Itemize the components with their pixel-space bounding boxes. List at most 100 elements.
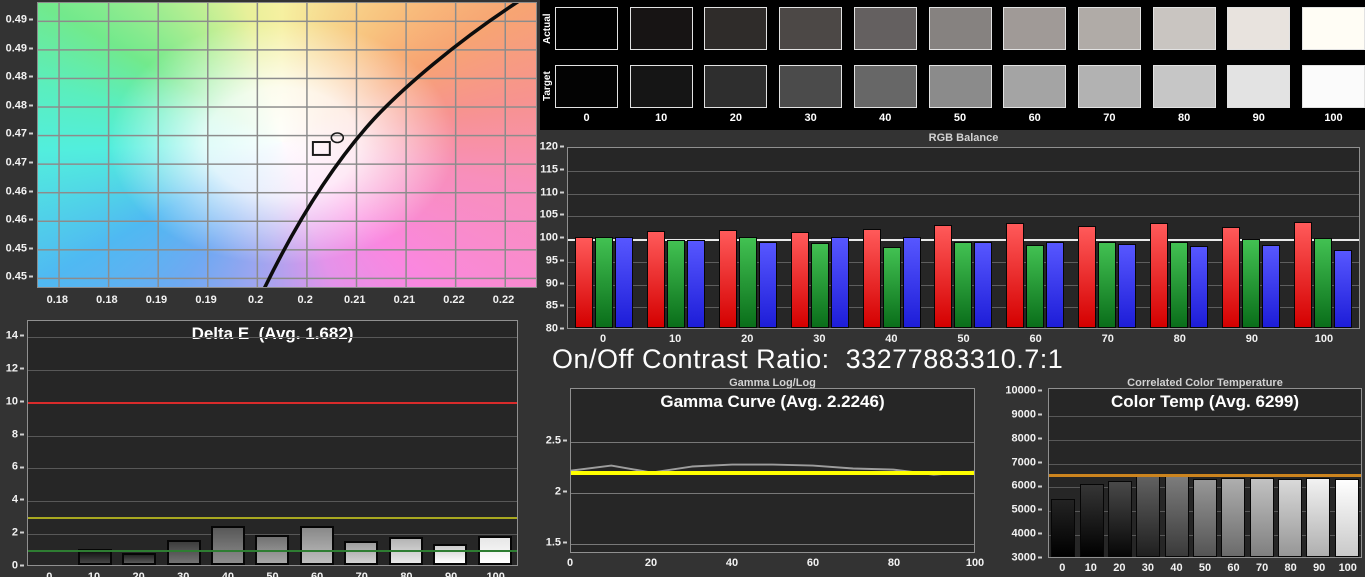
cct-bar bbox=[1278, 479, 1302, 557]
actual-swatch bbox=[779, 7, 842, 50]
axis-tick-label: 80 bbox=[546, 324, 564, 335]
axis-tick-label: 60 bbox=[1219, 560, 1248, 574]
grayscale-column: 10 bbox=[630, 0, 693, 130]
rgb-balance-y-axis: 12011511010510095908580 bbox=[540, 147, 564, 329]
axis-tick-label: 10000 bbox=[1005, 386, 1042, 397]
gridline bbox=[571, 493, 974, 494]
actual-swatch bbox=[929, 7, 992, 50]
cie-measured-marker bbox=[331, 133, 343, 143]
delta-e-slot bbox=[117, 321, 161, 565]
cct-bar bbox=[1108, 481, 1132, 557]
axis-tick-label: 0 bbox=[567, 331, 639, 345]
axis-tick-label: 4000 bbox=[1012, 529, 1042, 540]
delta-e-chart: Delta E (Avg. 1.682) 14121086420 0102030… bbox=[0, 318, 530, 577]
axis-tick-label: 20 bbox=[1105, 560, 1134, 574]
rgb-bar-group bbox=[640, 148, 712, 328]
axis-tick-label: 0.21 bbox=[394, 295, 415, 306]
axis-tick-label: 0.2 bbox=[248, 295, 263, 306]
grayscale-column: 20 bbox=[704, 0, 767, 130]
delta-e-slot bbox=[384, 321, 428, 565]
delta-e-bars bbox=[28, 321, 517, 565]
axis-tick-label: 90 bbox=[429, 569, 474, 577]
actual-swatch bbox=[630, 7, 693, 50]
rgb-bar-green bbox=[667, 240, 685, 328]
cct-bar bbox=[1221, 478, 1245, 557]
axis-tick-label: 0 bbox=[27, 569, 72, 577]
grayscale-level-label: 60 bbox=[1003, 112, 1066, 124]
rgb-bar-green bbox=[1098, 242, 1116, 328]
delta-e-slot bbox=[28, 321, 72, 565]
cct-bar bbox=[1250, 478, 1274, 557]
target-swatch bbox=[704, 65, 767, 108]
calibration-report: 0.490.490.480.480.470.470.460.460.450.45… bbox=[0, 0, 1365, 577]
gamma-x-axis: 020406080100 bbox=[570, 556, 975, 570]
gamma-plot: Gamma Curve (Avg. 2.2246) bbox=[570, 388, 975, 553]
rgb-bar-red bbox=[1294, 222, 1312, 328]
rgb-bar-red bbox=[791, 232, 809, 328]
color-temp-plot: Color Temp (Avg. 6299) bbox=[1048, 388, 1362, 558]
grayscale-level-label: 30 bbox=[779, 112, 842, 124]
delta-e-slot bbox=[428, 321, 472, 565]
grayscale-column: 0 bbox=[555, 0, 618, 130]
rgb-bar-group bbox=[1071, 148, 1143, 328]
rgb-balance-x-axis: 0102030405060708090100 bbox=[567, 331, 1360, 345]
axis-tick-label: 0.48 bbox=[6, 100, 33, 111]
axis-tick-label: 70 bbox=[1072, 331, 1144, 345]
target-swatch bbox=[1227, 65, 1290, 108]
axis-tick-label: 90 bbox=[1216, 331, 1288, 345]
grayscale-column: 40 bbox=[854, 0, 917, 130]
grayscale-column: 30 bbox=[779, 0, 842, 130]
axis-tick-label: 4 bbox=[12, 495, 24, 506]
color-temp-chart: Correlated Color Temperature Color Temp … bbox=[990, 376, 1365, 577]
target-swatch bbox=[1003, 65, 1066, 108]
axis-tick-label: 14 bbox=[6, 330, 24, 341]
axis-tick-label: 100 bbox=[966, 558, 984, 569]
axis-tick-label: 50 bbox=[927, 331, 999, 345]
contrast-ratio-text: On/Off Contrast Ratio: 33277883310.7:1 bbox=[552, 344, 1063, 375]
actual-swatch bbox=[555, 7, 618, 50]
cct-bar bbox=[1051, 499, 1075, 557]
cct-bars bbox=[1049, 389, 1361, 557]
target-line bbox=[28, 402, 517, 404]
grayscale-level-label: 40 bbox=[854, 112, 917, 124]
axis-tick-label: 7000 bbox=[1012, 457, 1042, 468]
rgb-bar-green bbox=[883, 247, 901, 328]
cct-bar bbox=[1193, 479, 1217, 557]
axis-tick-label: 0.45 bbox=[6, 243, 33, 254]
target-swatch bbox=[779, 65, 842, 108]
axis-tick-label: 6000 bbox=[1012, 481, 1042, 492]
rgb-bar-group bbox=[999, 148, 1071, 328]
rgb-bar-group bbox=[1215, 148, 1287, 328]
axis-tick-label: 2.5 bbox=[546, 436, 567, 447]
axis-tick-label: 8 bbox=[12, 429, 24, 440]
axis-tick-label: 8000 bbox=[1012, 433, 1042, 444]
cie-diagram-plot bbox=[37, 2, 537, 288]
axis-tick-label: 10 bbox=[1077, 560, 1106, 574]
axis-tick-label: 30 bbox=[783, 331, 855, 345]
cct-slot bbox=[1077, 389, 1105, 557]
cct-slot bbox=[1191, 389, 1219, 557]
delta-e-slot bbox=[72, 321, 116, 565]
axis-tick-label: 30 bbox=[1134, 560, 1163, 574]
grayscale-level-label: 20 bbox=[704, 112, 767, 124]
axis-tick-label: 1.5 bbox=[546, 538, 567, 549]
gridline bbox=[571, 544, 974, 545]
axis-tick-label: 0.18 bbox=[96, 295, 117, 306]
axis-tick-label: 100 bbox=[1288, 331, 1360, 345]
axis-tick-label: 0.21 bbox=[344, 295, 365, 306]
target-line bbox=[28, 517, 517, 519]
target-swatch bbox=[854, 65, 917, 108]
axis-tick-label: 100 bbox=[473, 569, 518, 577]
delta-e-slot bbox=[339, 321, 383, 565]
grayscale-column: 100 bbox=[1302, 0, 1365, 130]
axis-tick-label: 2 bbox=[555, 487, 567, 498]
rgb-bar-green bbox=[811, 243, 829, 328]
delta-e-bar bbox=[211, 526, 245, 565]
cct-slot bbox=[1049, 389, 1077, 557]
axis-tick-label: 10 bbox=[72, 569, 117, 577]
grayscale-level-label: 100 bbox=[1302, 112, 1365, 124]
gamma-chart: Gamma Log/Log Gamma Curve (Avg. 2.2246) … bbox=[540, 376, 990, 577]
axis-tick-label: 95 bbox=[546, 255, 564, 266]
axis-tick-label: 10 bbox=[639, 331, 711, 345]
grayscale-level-label: 90 bbox=[1227, 112, 1290, 124]
